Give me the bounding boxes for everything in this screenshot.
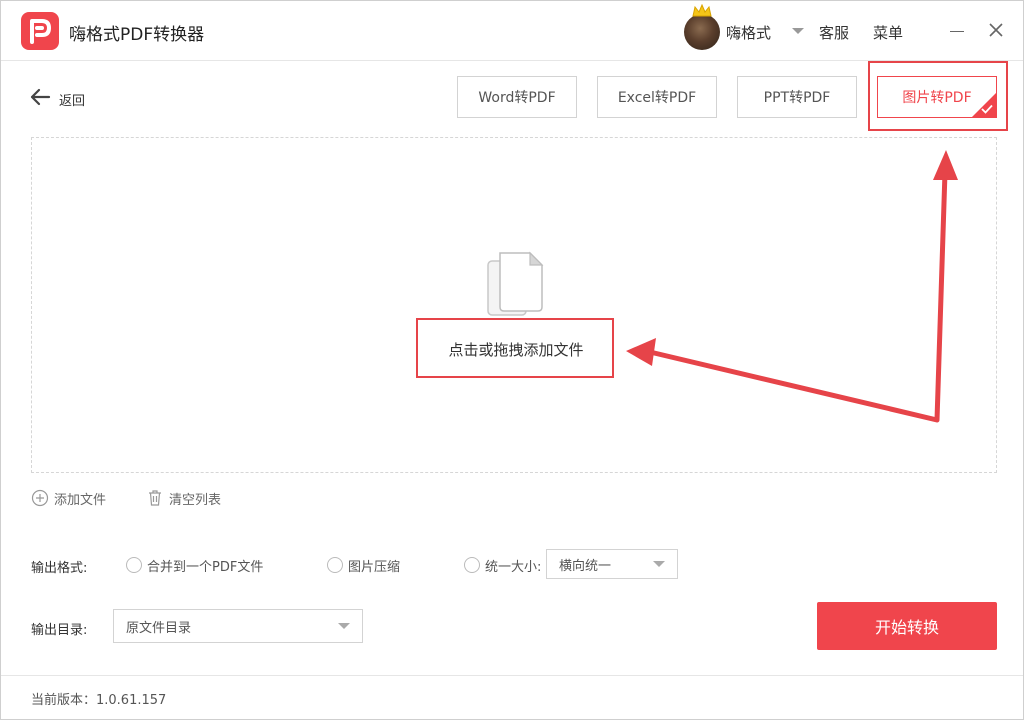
crown-icon	[692, 4, 712, 17]
radio-circle[interactable]	[126, 557, 142, 573]
back-link[interactable]: 返回	[59, 90, 85, 109]
trash-icon	[149, 490, 161, 506]
version-text: 当前版本：1.0.61.157	[31, 693, 167, 708]
tab-label: Excel转PDF	[617, 90, 697, 106]
tab-label: 图片转PDF	[902, 90, 972, 106]
add-file-label: 添加文件	[54, 492, 107, 508]
start-convert-button[interactable]: 开始转换	[817, 602, 997, 650]
radio-label: 统一大小:	[485, 559, 542, 575]
chevron-down-icon	[338, 623, 350, 629]
user-name[interactable]: 嗨格式	[726, 22, 771, 43]
tab-image-to-pdf[interactable]: 图片转PDF	[877, 76, 997, 118]
radio-merge-pdf[interactable]: 合并到一个PDF文件	[126, 555, 263, 575]
app-logo-icon	[21, 12, 59, 50]
output-dir-value: 原文件目录	[126, 620, 192, 636]
back-arrow-icon[interactable]	[29, 87, 51, 107]
clear-list-button[interactable]: 清空列表	[146, 488, 221, 508]
output-format-label: 输出格式:	[31, 561, 88, 576]
tab-excel-to-pdf[interactable]: Excel转PDF	[597, 76, 717, 118]
chevron-down-icon	[653, 561, 665, 567]
app-window: 嗨格式PDF转换器 嗨格式 客服 菜单 返回 Word转PDF Excel转PD…	[0, 0, 1024, 720]
app-title: 嗨格式PDF转换器	[69, 25, 205, 45]
close-icon[interactable]	[986, 20, 1006, 40]
tab-ppt-to-pdf[interactable]: PPT转PDF	[737, 76, 857, 118]
radio-label: 合并到一个PDF文件	[147, 559, 264, 575]
minimize-icon[interactable]	[948, 21, 966, 39]
tab-label: Word转PDF	[478, 90, 556, 106]
add-circle-icon	[31, 489, 49, 507]
start-convert-label: 开始转换	[874, 618, 939, 637]
uniform-size-value: 横向统一	[559, 558, 612, 574]
drop-zone-hint[interactable]: 点击或拖拽添加文件	[419, 321, 613, 377]
radio-image-compress[interactable]: 图片压缩	[327, 555, 400, 575]
radio-uniform-size[interactable]: 统一大小:	[464, 555, 541, 575]
add-file-button[interactable]: 添加文件	[31, 488, 106, 508]
user-dropdown-caret-icon[interactable]	[792, 28, 804, 34]
title-bar: 嗨格式PDF转换器 嗨格式 客服 菜单	[1, 1, 1023, 61]
radio-circle[interactable]	[327, 557, 343, 573]
customer-service-link[interactable]: 客服	[819, 22, 849, 43]
clear-list-label: 清空列表	[169, 492, 222, 508]
main-menu-link[interactable]: 菜单	[873, 22, 903, 43]
avatar[interactable]	[684, 14, 720, 50]
file-stack-icon[interactable]	[486, 251, 546, 321]
radio-label: 图片压缩	[348, 559, 401, 575]
checkmark-icon	[981, 104, 993, 114]
tab-word-to-pdf[interactable]: Word转PDF	[457, 76, 577, 118]
footer-divider	[1, 675, 1023, 676]
radio-circle[interactable]	[464, 557, 480, 573]
tab-label: PPT转PDF	[763, 90, 831, 106]
output-dir-label: 输出目录:	[31, 623, 88, 638]
output-dir-select[interactable]: 原文件目录	[113, 609, 363, 643]
uniform-size-select[interactable]: 横向统一	[546, 549, 678, 579]
